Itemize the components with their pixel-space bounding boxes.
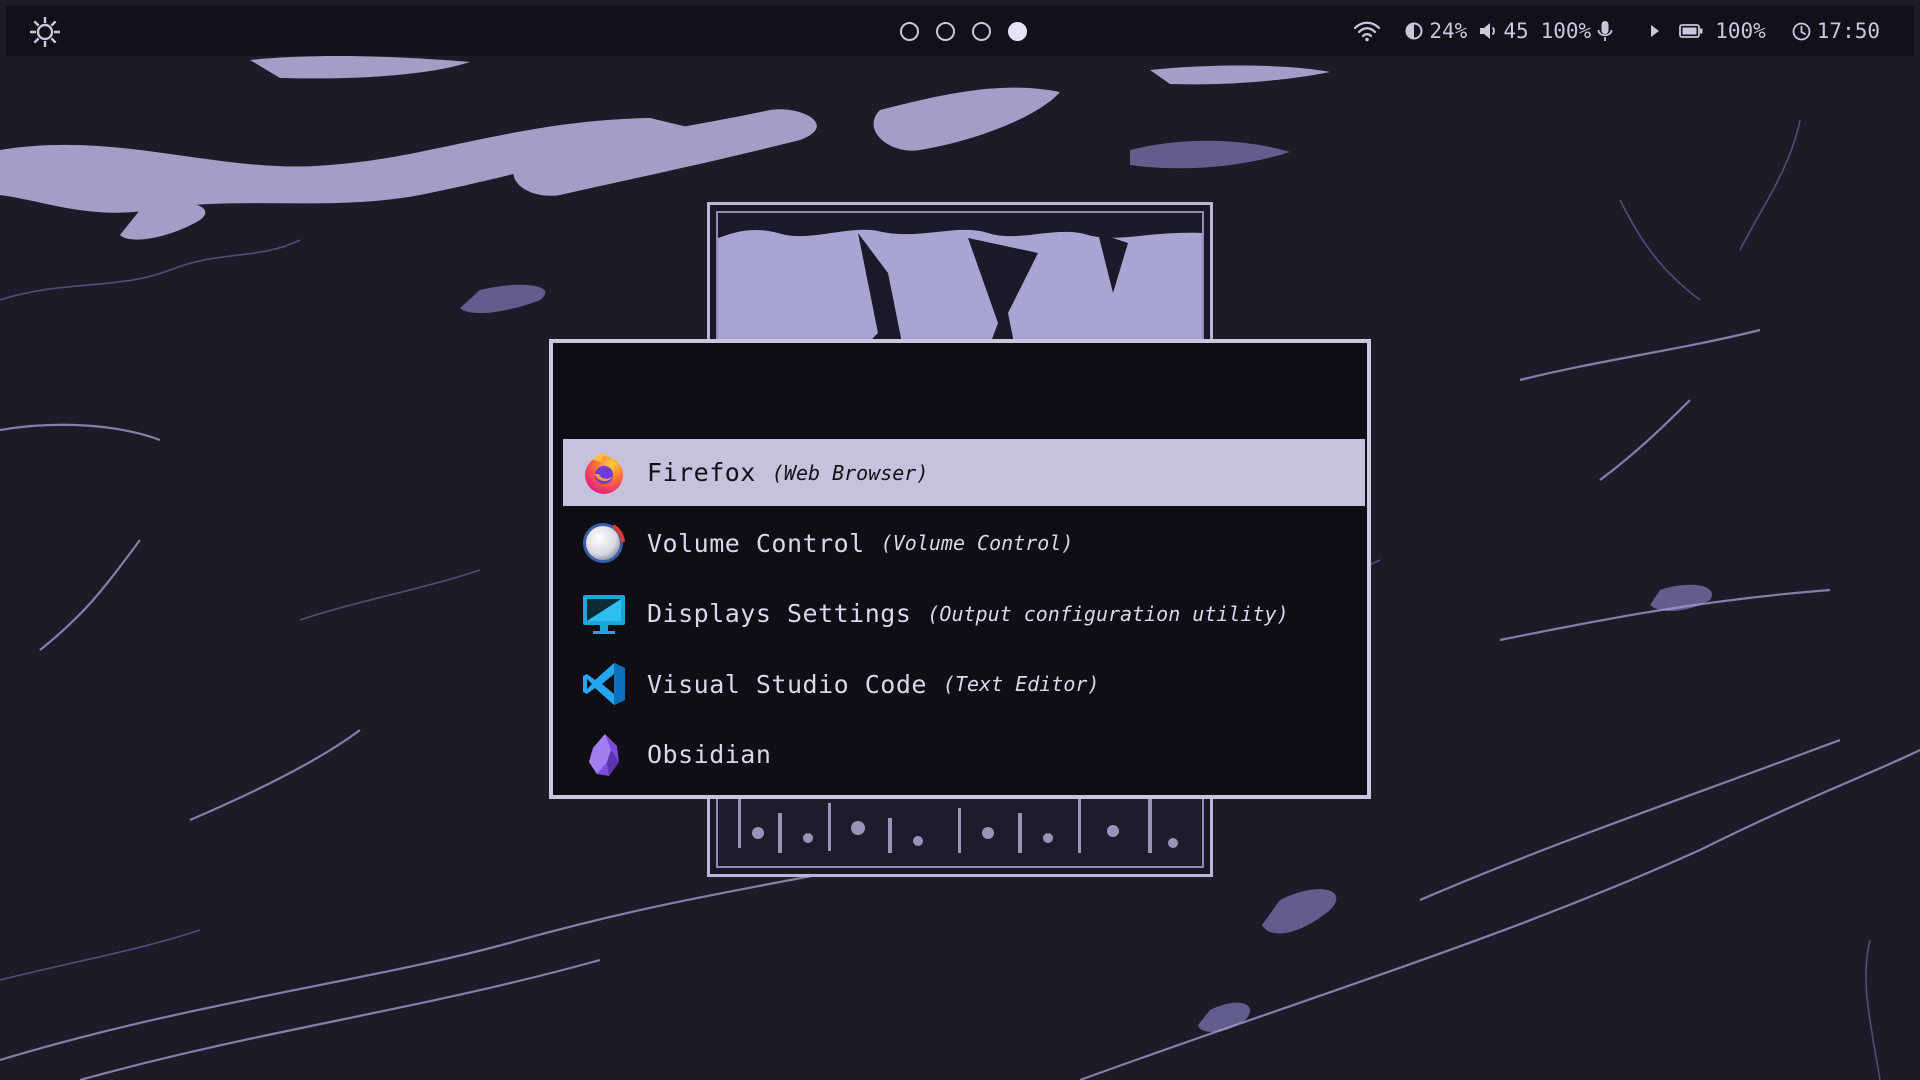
- vscode-icon: [583, 663, 625, 705]
- launcher-item-description: (Web Browser): [771, 460, 929, 485]
- mic-value: 100%: [1540, 19, 1592, 43]
- app-launcher: Firefox (Web Browser) Volume Control (Vo…: [549, 339, 1371, 799]
- microphone-icon: [1597, 21, 1613, 41]
- volume-control-icon: [583, 523, 625, 563]
- volume-indicator[interactable]: 45: [1479, 19, 1529, 43]
- brightness-indicator[interactable]: 24%: [1405, 19, 1467, 43]
- launcher-item-displays-settings[interactable]: Displays Settings (Output configuration …: [563, 580, 1365, 647]
- battery-value: 100%: [1715, 19, 1766, 43]
- workspace-switcher: [900, 6, 1027, 56]
- launcher-item-name: Visual Studio Code: [647, 669, 927, 699]
- battery-icon: [1679, 24, 1703, 38]
- launcher-item-name: Obsidian: [647, 740, 772, 769]
- clock-time: 17:50: [1816, 19, 1880, 43]
- launcher-search-input[interactable]: [563, 353, 1362, 425]
- launcher-item-visual-studio-code[interactable]: Visual Studio Code (Text Editor): [563, 651, 1365, 718]
- firefox-icon: [585, 452, 623, 494]
- brightness-value: 24%: [1429, 19, 1468, 43]
- battery-indicator[interactable]: 100%: [1679, 19, 1766, 43]
- clock[interactable]: 17:50: [1792, 19, 1880, 43]
- status-area: 24% 45 100% 100% 17:50: [1353, 6, 1880, 56]
- speaker-icon: [1480, 23, 1496, 39]
- workspace-2[interactable]: [936, 21, 955, 41]
- mic-indicator[interactable]: 100%: [1541, 19, 1614, 43]
- wifi-icon[interactable]: [1353, 20, 1381, 42]
- volume-value: 45: [1503, 19, 1529, 43]
- launcher-item-name: Displays Settings: [647, 599, 912, 628]
- brightness-icon: [1405, 22, 1423, 40]
- play-icon[interactable]: [1649, 23, 1661, 39]
- clock-icon: [1792, 22, 1811, 40]
- top-bar: 24% 45 100% 100% 17:50: [6, 6, 1914, 56]
- workspace-4[interactable]: [1008, 21, 1027, 41]
- launcher-item-description: (Output configuration utility): [927, 601, 1289, 626]
- launcher-results-list: Firefox (Web Browser) Volume Control (Vo…: [563, 439, 1365, 792]
- gear-icon[interactable]: [28, 15, 62, 49]
- launcher-item-name: Firefox: [647, 458, 756, 487]
- display-settings-icon: [583, 594, 625, 634]
- workspace-1[interactable]: [900, 21, 919, 41]
- launcher-item-name: Volume Control: [647, 528, 865, 558]
- launcher-item-description: (Volume Control): [880, 531, 1074, 555]
- launcher-item-volume-control[interactable]: Volume Control (Volume Control): [563, 510, 1365, 577]
- launcher-item-description: (Text Editor): [942, 672, 1100, 696]
- workspace-3[interactable]: [972, 21, 991, 41]
- obsidian-icon: [589, 733, 619, 776]
- launcher-item-obsidian[interactable]: Obsidian: [563, 721, 1365, 788]
- launcher-item-firefox[interactable]: Firefox (Web Browser): [563, 439, 1365, 506]
